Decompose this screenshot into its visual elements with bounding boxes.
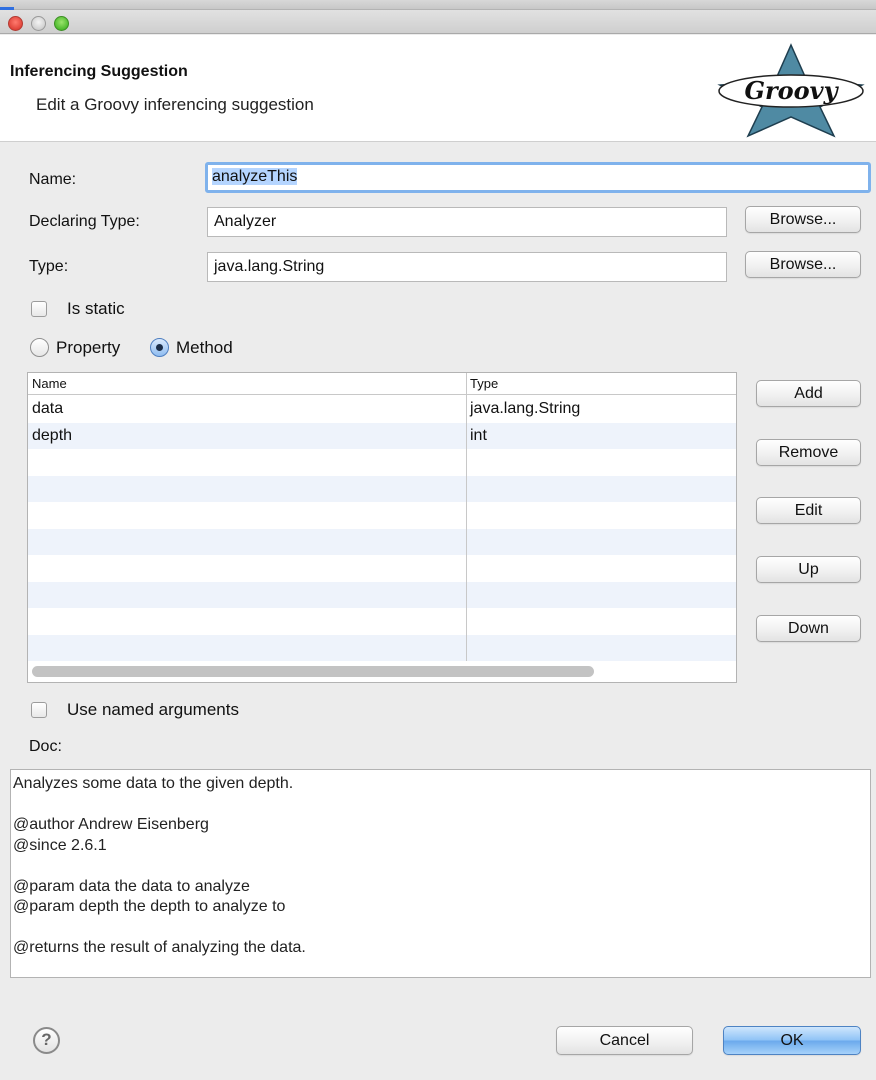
column-divider[interactable] — [466, 373, 467, 661]
remove-button[interactable]: Remove — [756, 439, 861, 466]
dialog-header: Inferencing Suggestion Edit a Groovy inf… — [0, 35, 876, 142]
add-button[interactable]: Add — [756, 380, 861, 407]
title-bar-top-strip — [0, 0, 876, 10]
name-input-value: analyzeThis — [212, 168, 298, 185]
empty-table-row — [28, 502, 736, 529]
title-bar[interactable] — [0, 0, 876, 34]
param-name-cell: depth — [32, 426, 73, 444]
table-row[interactable]: data java.lang.String — [28, 396, 736, 423]
empty-table-row — [28, 608, 736, 635]
horizontal-scrollbar[interactable] — [32, 666, 594, 677]
down-button[interactable]: Down — [756, 615, 861, 642]
table-row[interactable]: depth int — [28, 422, 736, 449]
minimize-window-button[interactable] — [31, 16, 46, 31]
help-icon[interactable]: ? — [33, 1027, 60, 1054]
use-named-arguments-checkbox[interactable] — [31, 702, 47, 718]
cancel-button[interactable]: Cancel — [556, 1026, 693, 1055]
doc-label: Doc: — [29, 738, 62, 755]
declaring-type-input[interactable]: Analyzer — [207, 207, 727, 237]
param-type-cell: int — [470, 426, 487, 444]
doc-textarea[interactable]: Analyzes some data to the given depth. @… — [10, 769, 871, 978]
table-header: Name Type — [28, 373, 736, 395]
column-header-name[interactable]: Name — [32, 376, 67, 391]
dialog-title: Inferencing Suggestion — [10, 63, 188, 80]
property-radio-label: Property — [56, 338, 121, 357]
type-input[interactable]: java.lang.String — [207, 252, 727, 282]
is-static-label: Is static — [67, 299, 125, 318]
accent-strip — [0, 7, 14, 10]
name-label: Name: — [29, 171, 77, 188]
groovy-logo: Groovy — [717, 43, 865, 138]
zoom-window-button[interactable] — [54, 16, 69, 31]
empty-table-row — [28, 634, 736, 661]
method-radio[interactable] — [150, 338, 169, 357]
empty-table-row — [28, 475, 736, 502]
column-header-type[interactable]: Type — [470, 376, 498, 391]
method-radio-label: Method — [176, 338, 233, 357]
param-type-cell: java.lang.String — [470, 400, 581, 417]
dialog-subtitle: Edit a Groovy inferencing suggestion — [36, 95, 314, 114]
browse-type-button[interactable]: Browse... — [745, 251, 861, 278]
ok-button[interactable]: OK — [723, 1026, 861, 1055]
close-window-button[interactable] — [8, 16, 23, 31]
empty-table-row — [28, 449, 736, 476]
empty-table-row — [28, 555, 736, 582]
type-label: Type: — [29, 258, 69, 275]
empty-table-row — [28, 528, 736, 555]
is-static-checkbox[interactable] — [31, 301, 47, 317]
declaring-type-label: Declaring Type: — [29, 213, 140, 230]
up-button[interactable]: Up — [756, 556, 861, 583]
empty-table-row — [28, 581, 736, 608]
name-input[interactable]: analyzeThis — [205, 162, 871, 193]
parameters-table[interactable]: Name Type data java.lang.String depth in… — [27, 372, 737, 683]
param-name-cell: data — [32, 400, 64, 417]
use-named-arguments-label: Use named arguments — [67, 700, 239, 719]
browse-declaring-type-button[interactable]: Browse... — [745, 206, 861, 233]
edit-button[interactable]: Edit — [756, 497, 861, 524]
groovy-logo-text: Groovy — [744, 76, 839, 105]
property-radio[interactable] — [30, 338, 49, 357]
